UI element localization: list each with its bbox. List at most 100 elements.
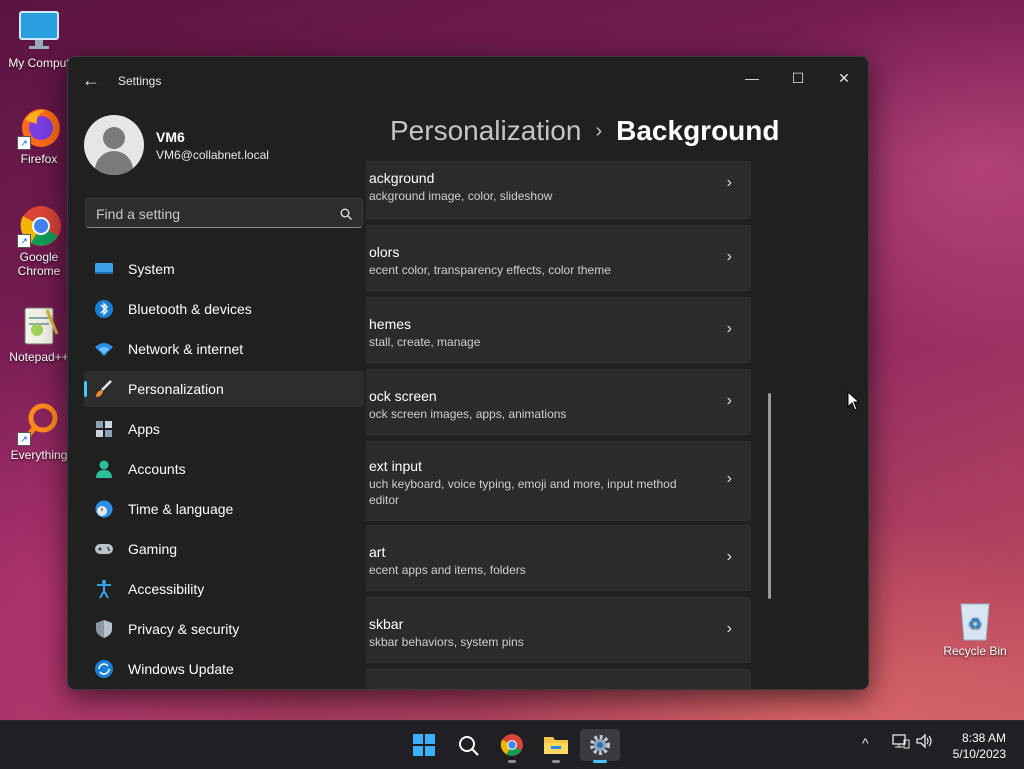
sidebar-item-label: Accessibility xyxy=(128,581,205,597)
accounts-icon xyxy=(94,459,114,479)
card-description: ackground image, color, slideshow xyxy=(369,189,553,203)
sidebar-item-time-language[interactable]: Time & language xyxy=(84,491,364,527)
clock-time: 8:38 AM xyxy=(961,731,1006,745)
update-icon xyxy=(94,659,114,679)
bluetooth-icon xyxy=(94,299,114,319)
recycle-bin-icon: ♻ xyxy=(953,598,997,642)
breadcrumb-parent[interactable]: Personalization xyxy=(390,115,581,146)
back-button[interactable]: ← xyxy=(80,69,102,91)
shortcut-arrow-icon: ↗ xyxy=(17,136,31,150)
running-indicator xyxy=(508,760,516,763)
settings-card-lock-screen[interactable]: ock screen ock screen images, apps, anim… xyxy=(366,369,751,435)
svg-text:♻: ♻ xyxy=(968,614,982,633)
shortcut-arrow-icon: ↗ xyxy=(17,432,31,446)
taskbar-file-explorer-button[interactable] xyxy=(536,729,576,763)
sidebar-item-label: Personalization xyxy=(128,381,224,397)
monitor-icon xyxy=(17,10,61,54)
card-title: art xyxy=(369,544,386,560)
taskbar-search-button[interactable] xyxy=(448,729,488,761)
wifi-icon xyxy=(94,339,114,359)
scrollbar-thumb[interactable] xyxy=(768,393,771,599)
chevron-right-icon: › xyxy=(726,470,732,487)
sidebar-item-label: Accounts xyxy=(128,461,186,477)
windows-start-icon xyxy=(413,734,435,761)
firefox-icon: ↗ xyxy=(17,106,61,150)
volume-icon[interactable] xyxy=(916,733,934,752)
sidebar-item-label: Gaming xyxy=(128,541,178,557)
taskbar: ^ 8:38 AM 5/10/2023 xyxy=(0,720,1024,769)
sidebar-item-label: Bluetooth & devices xyxy=(128,301,252,317)
sidebar-item-gaming[interactable]: Gaming xyxy=(84,531,364,567)
clock[interactable]: 8:38 AM 5/10/2023 xyxy=(953,730,1006,762)
tray-overflow-chevron[interactable]: ^ xyxy=(862,735,869,751)
search-icon xyxy=(340,199,352,231)
sidebar-item-label: Windows Update xyxy=(128,661,234,677)
system-icon xyxy=(94,259,114,279)
sidebar-item-network[interactable]: Network & internet xyxy=(84,331,364,367)
minimize-button[interactable]: — xyxy=(729,63,775,93)
avatar[interactable] xyxy=(84,115,144,175)
close-button[interactable]: ✕ xyxy=(821,63,867,93)
taskbar-start-button[interactable] xyxy=(404,729,444,761)
card-title: hemes xyxy=(369,316,412,332)
profile-email: VM6@collabnet.local xyxy=(156,148,269,162)
settings-card-start[interactable]: art ecent apps and items, folders › xyxy=(366,525,751,591)
sidebar-item-bluetooth[interactable]: Bluetooth & devices xyxy=(84,291,364,327)
sidebar-item-system[interactable]: System xyxy=(84,251,364,287)
running-indicator xyxy=(552,760,560,763)
card-title: ext input xyxy=(369,458,422,474)
chevron-right-icon: › xyxy=(726,392,732,409)
running-indicator xyxy=(593,760,607,763)
chevron-right-icon: › xyxy=(726,620,732,637)
sidebar-item-label: System xyxy=(128,261,175,277)
sidebar-item-personalization[interactable]: Personalization xyxy=(84,371,364,407)
settings-card-colors[interactable]: olors ecent color, transparency effects,… xyxy=(366,225,751,291)
sidebar-nav: System Bluetooth & devices Network & int… xyxy=(84,251,364,689)
profile-name: VM6 xyxy=(156,129,185,145)
settings-card-taskbar[interactable]: skbar skbar behaviors, system pins › xyxy=(366,597,751,663)
sidebar-item-apps[interactable]: Apps xyxy=(84,411,364,447)
sidebar-item-label: Apps xyxy=(128,421,160,437)
gear-icon xyxy=(589,734,611,761)
clock-date: 5/10/2023 xyxy=(952,747,1006,761)
card-description: ock screen images, apps, animations xyxy=(369,407,567,421)
brush-icon xyxy=(94,379,114,399)
breadcrumb: Personalization › Background xyxy=(390,115,779,147)
search-input[interactable]: Find a setting xyxy=(85,198,363,228)
search-icon xyxy=(458,735,480,762)
card-description: ecent apps and items, folders xyxy=(369,563,526,577)
chevron-right-icon: › xyxy=(726,248,732,265)
gamepad-icon xyxy=(94,539,114,559)
settings-card-text-input[interactable]: ext input uch keyboard, voice typing, em… xyxy=(366,441,751,521)
settings-card-fonts[interactable]: nts xyxy=(366,669,751,689)
sidebar-item-privacy-security[interactable]: Privacy & security xyxy=(84,611,364,647)
card-description: stall, create, manage xyxy=(369,335,481,349)
sidebar: VM6 VM6@collabnet.local Find a setting S… xyxy=(68,105,366,689)
everything-icon: ↗ xyxy=(17,402,61,446)
chrome-icon xyxy=(500,733,524,762)
sidebar-item-windows-update[interactable]: Windows Update xyxy=(84,651,364,687)
maximize-button[interactable]: ☐ xyxy=(775,63,821,93)
card-title: ock screen xyxy=(369,388,437,404)
settings-window: ← Settings — ☐ ✕ VM6 VM6@collabnet.local… xyxy=(67,56,869,690)
taskbar-chrome-button[interactable] xyxy=(492,729,532,763)
apps-icon xyxy=(94,419,114,439)
desktop-icon-recycle-bin[interactable]: ♻ Recycle Bin xyxy=(935,598,1015,658)
sidebar-item-accessibility[interactable]: Accessibility xyxy=(84,571,364,607)
sidebar-item-label: Privacy & security xyxy=(128,621,240,637)
sidebar-item-label: Network & internet xyxy=(128,341,244,357)
card-title: nts xyxy=(369,688,388,689)
chevron-right-icon: › xyxy=(726,174,732,191)
breadcrumb-separator: › xyxy=(595,120,603,142)
taskbar-settings-button[interactable] xyxy=(580,729,620,763)
search-placeholder: Find a setting xyxy=(96,206,181,222)
content-pane: Personalization › Background ackground ack… xyxy=(366,105,868,689)
sidebar-item-accounts[interactable]: Accounts xyxy=(84,451,364,487)
settings-card-background[interactable]: ackground ackground image, color, slides… xyxy=(366,161,751,219)
network-icon[interactable] xyxy=(892,733,910,752)
settings-card-themes[interactable]: hemes stall, create, manage › xyxy=(366,297,751,363)
card-description: ecent color, transparency effects, color… xyxy=(369,263,611,277)
active-indicator xyxy=(84,381,87,397)
chrome-icon: ↗ xyxy=(17,204,61,248)
mouse-cursor xyxy=(847,390,861,416)
